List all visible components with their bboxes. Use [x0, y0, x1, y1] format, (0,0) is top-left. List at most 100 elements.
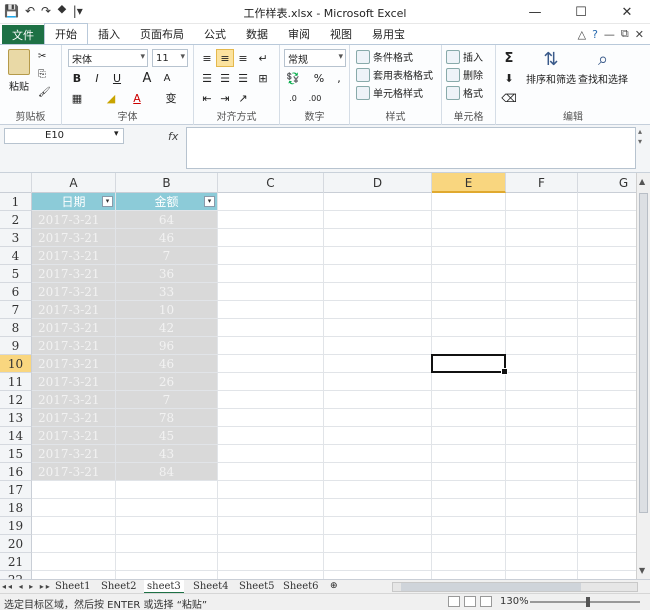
cell-date[interactable]: 2017-3-21: [32, 229, 116, 247]
cell-date[interactable]: 2017-3-21: [32, 463, 116, 481]
cell-g22[interactable]: [578, 571, 636, 579]
cell-d12[interactable]: [324, 391, 432, 409]
cell-d4[interactable]: [324, 247, 432, 265]
maximize-button[interactable]: ☐: [558, 0, 604, 24]
row-header-1[interactable]: 1: [0, 193, 32, 211]
cell-e20[interactable]: [432, 535, 506, 553]
insert-function-button[interactable]: fx: [168, 130, 178, 143]
page-break-view-icon[interactable]: [480, 596, 492, 607]
cell-c21[interactable]: [218, 553, 324, 571]
delete-cells-button[interactable]: 删除: [446, 67, 483, 82]
cell-g12[interactable]: [578, 391, 636, 409]
cell-a22[interactable]: [32, 571, 116, 579]
cell-d5[interactable]: [324, 265, 432, 283]
cell-c4[interactable]: [218, 247, 324, 265]
cell-date[interactable]: 2017-3-21: [32, 265, 116, 283]
cell-amount[interactable]: 36: [116, 265, 218, 283]
cell-c15[interactable]: [218, 445, 324, 463]
cell-c18[interactable]: [218, 499, 324, 517]
row-header-3[interactable]: 3: [0, 229, 32, 247]
clear-icon[interactable]: ⌫: [500, 89, 518, 107]
underline-button[interactable]: U: [108, 69, 126, 87]
row-header-7[interactable]: 7: [0, 301, 32, 319]
row-header-10[interactable]: 10: [0, 355, 32, 373]
cell-g14[interactable]: [578, 427, 636, 445]
merge-center-icon[interactable]: ⊞: [254, 69, 272, 87]
cell-c5[interactable]: [218, 265, 324, 283]
cell-date[interactable]: 2017-3-21: [32, 409, 116, 427]
align-middle-icon[interactable]: ≡: [216, 49, 234, 67]
cell-date[interactable]: 2017-3-21: [32, 445, 116, 463]
cell-date[interactable]: 2017-3-21: [32, 355, 116, 373]
cell-f8[interactable]: [506, 319, 578, 337]
cell-amount[interactable]: 26: [116, 373, 218, 391]
cell-e1[interactable]: [432, 193, 506, 211]
cell-c22[interactable]: [218, 571, 324, 579]
cell-g19[interactable]: [578, 517, 636, 535]
cell-f18[interactable]: [506, 499, 578, 517]
row-header-12[interactable]: 12: [0, 391, 32, 409]
help-icon[interactable]: ?: [592, 28, 598, 41]
row-header-2[interactable]: 2: [0, 211, 32, 229]
cell-d8[interactable]: [324, 319, 432, 337]
name-box-dropdown-icon[interactable]: ▾: [114, 129, 119, 139]
cell-date[interactable]: 2017-3-21: [32, 391, 116, 409]
cell-c10[interactable]: [218, 355, 324, 373]
page-layout-view-icon[interactable]: [464, 596, 476, 607]
cut-icon[interactable]: ✂: [38, 51, 46, 62]
cell-d16[interactable]: [324, 463, 432, 481]
cell-e5[interactable]: [432, 265, 506, 283]
fill-icon[interactable]: ⬇: [500, 69, 518, 87]
cell-a21[interactable]: [32, 553, 116, 571]
cell-date[interactable]: 2017-3-21: [32, 301, 116, 319]
cell-g3[interactable]: [578, 229, 636, 247]
cell-g18[interactable]: [578, 499, 636, 517]
cell-e18[interactable]: [432, 499, 506, 517]
sheet-tab-sheet6[interactable]: Sheet6: [280, 580, 322, 594]
cell-c11[interactable]: [218, 373, 324, 391]
sheet-nav-icons[interactable]: ◂◂ ◂ ▸ ▸▸: [2, 580, 52, 594]
row-header-18[interactable]: 18: [0, 499, 32, 517]
cell-g8[interactable]: [578, 319, 636, 337]
row-header-19[interactable]: 19: [0, 517, 32, 535]
orientation-icon[interactable]: ↗: [234, 89, 252, 107]
align-bottom-icon[interactable]: ≡: [234, 49, 252, 67]
format-as-table-button[interactable]: 套用表格格式: [356, 67, 433, 82]
scroll-down-icon[interactable]: ▼: [639, 566, 645, 575]
cell-amount[interactable]: 45: [116, 427, 218, 445]
zoom-level[interactable]: 130%: [500, 596, 529, 607]
cell-e9[interactable]: [432, 337, 506, 355]
number-format-combo[interactable]: 常规: [284, 49, 346, 67]
format-painter-icon[interactable]: 🖌: [38, 87, 51, 98]
cell-g9[interactable]: [578, 337, 636, 355]
cell-d15[interactable]: [324, 445, 432, 463]
cell-e12[interactable]: [432, 391, 506, 409]
cell-f1[interactable]: [506, 193, 578, 211]
cell-g17[interactable]: [578, 481, 636, 499]
sheet-tab-sheet2[interactable]: Sheet2: [98, 580, 140, 594]
cell-g2[interactable]: [578, 211, 636, 229]
cell-f6[interactable]: [506, 283, 578, 301]
cell-g20[interactable]: [578, 535, 636, 553]
row-header-8[interactable]: 8: [0, 319, 32, 337]
zoom-slider[interactable]: [530, 601, 640, 603]
cell-b20[interactable]: [116, 535, 218, 553]
cell-date[interactable]: 2017-3-21: [32, 427, 116, 445]
font-color-button[interactable]: A: [128, 89, 146, 107]
cell-e15[interactable]: [432, 445, 506, 463]
wrap-text-icon[interactable]: ↵: [254, 49, 272, 67]
row-header-20[interactable]: 20: [0, 535, 32, 553]
format-cells-button[interactable]: 格式: [446, 85, 483, 100]
cell-f2[interactable]: [506, 211, 578, 229]
paste-button[interactable]: 粘贴: [8, 49, 30, 93]
active-cell[interactable]: [431, 354, 508, 375]
cell-e2[interactable]: [432, 211, 506, 229]
italic-button[interactable]: I: [88, 69, 106, 87]
cell-b22[interactable]: [116, 571, 218, 579]
cell-b18[interactable]: [116, 499, 218, 517]
column-header-f[interactable]: F: [506, 173, 578, 193]
cell-e16[interactable]: [432, 463, 506, 481]
cell-amount[interactable]: 10: [116, 301, 218, 319]
cell-f13[interactable]: [506, 409, 578, 427]
cell-e6[interactable]: [432, 283, 506, 301]
